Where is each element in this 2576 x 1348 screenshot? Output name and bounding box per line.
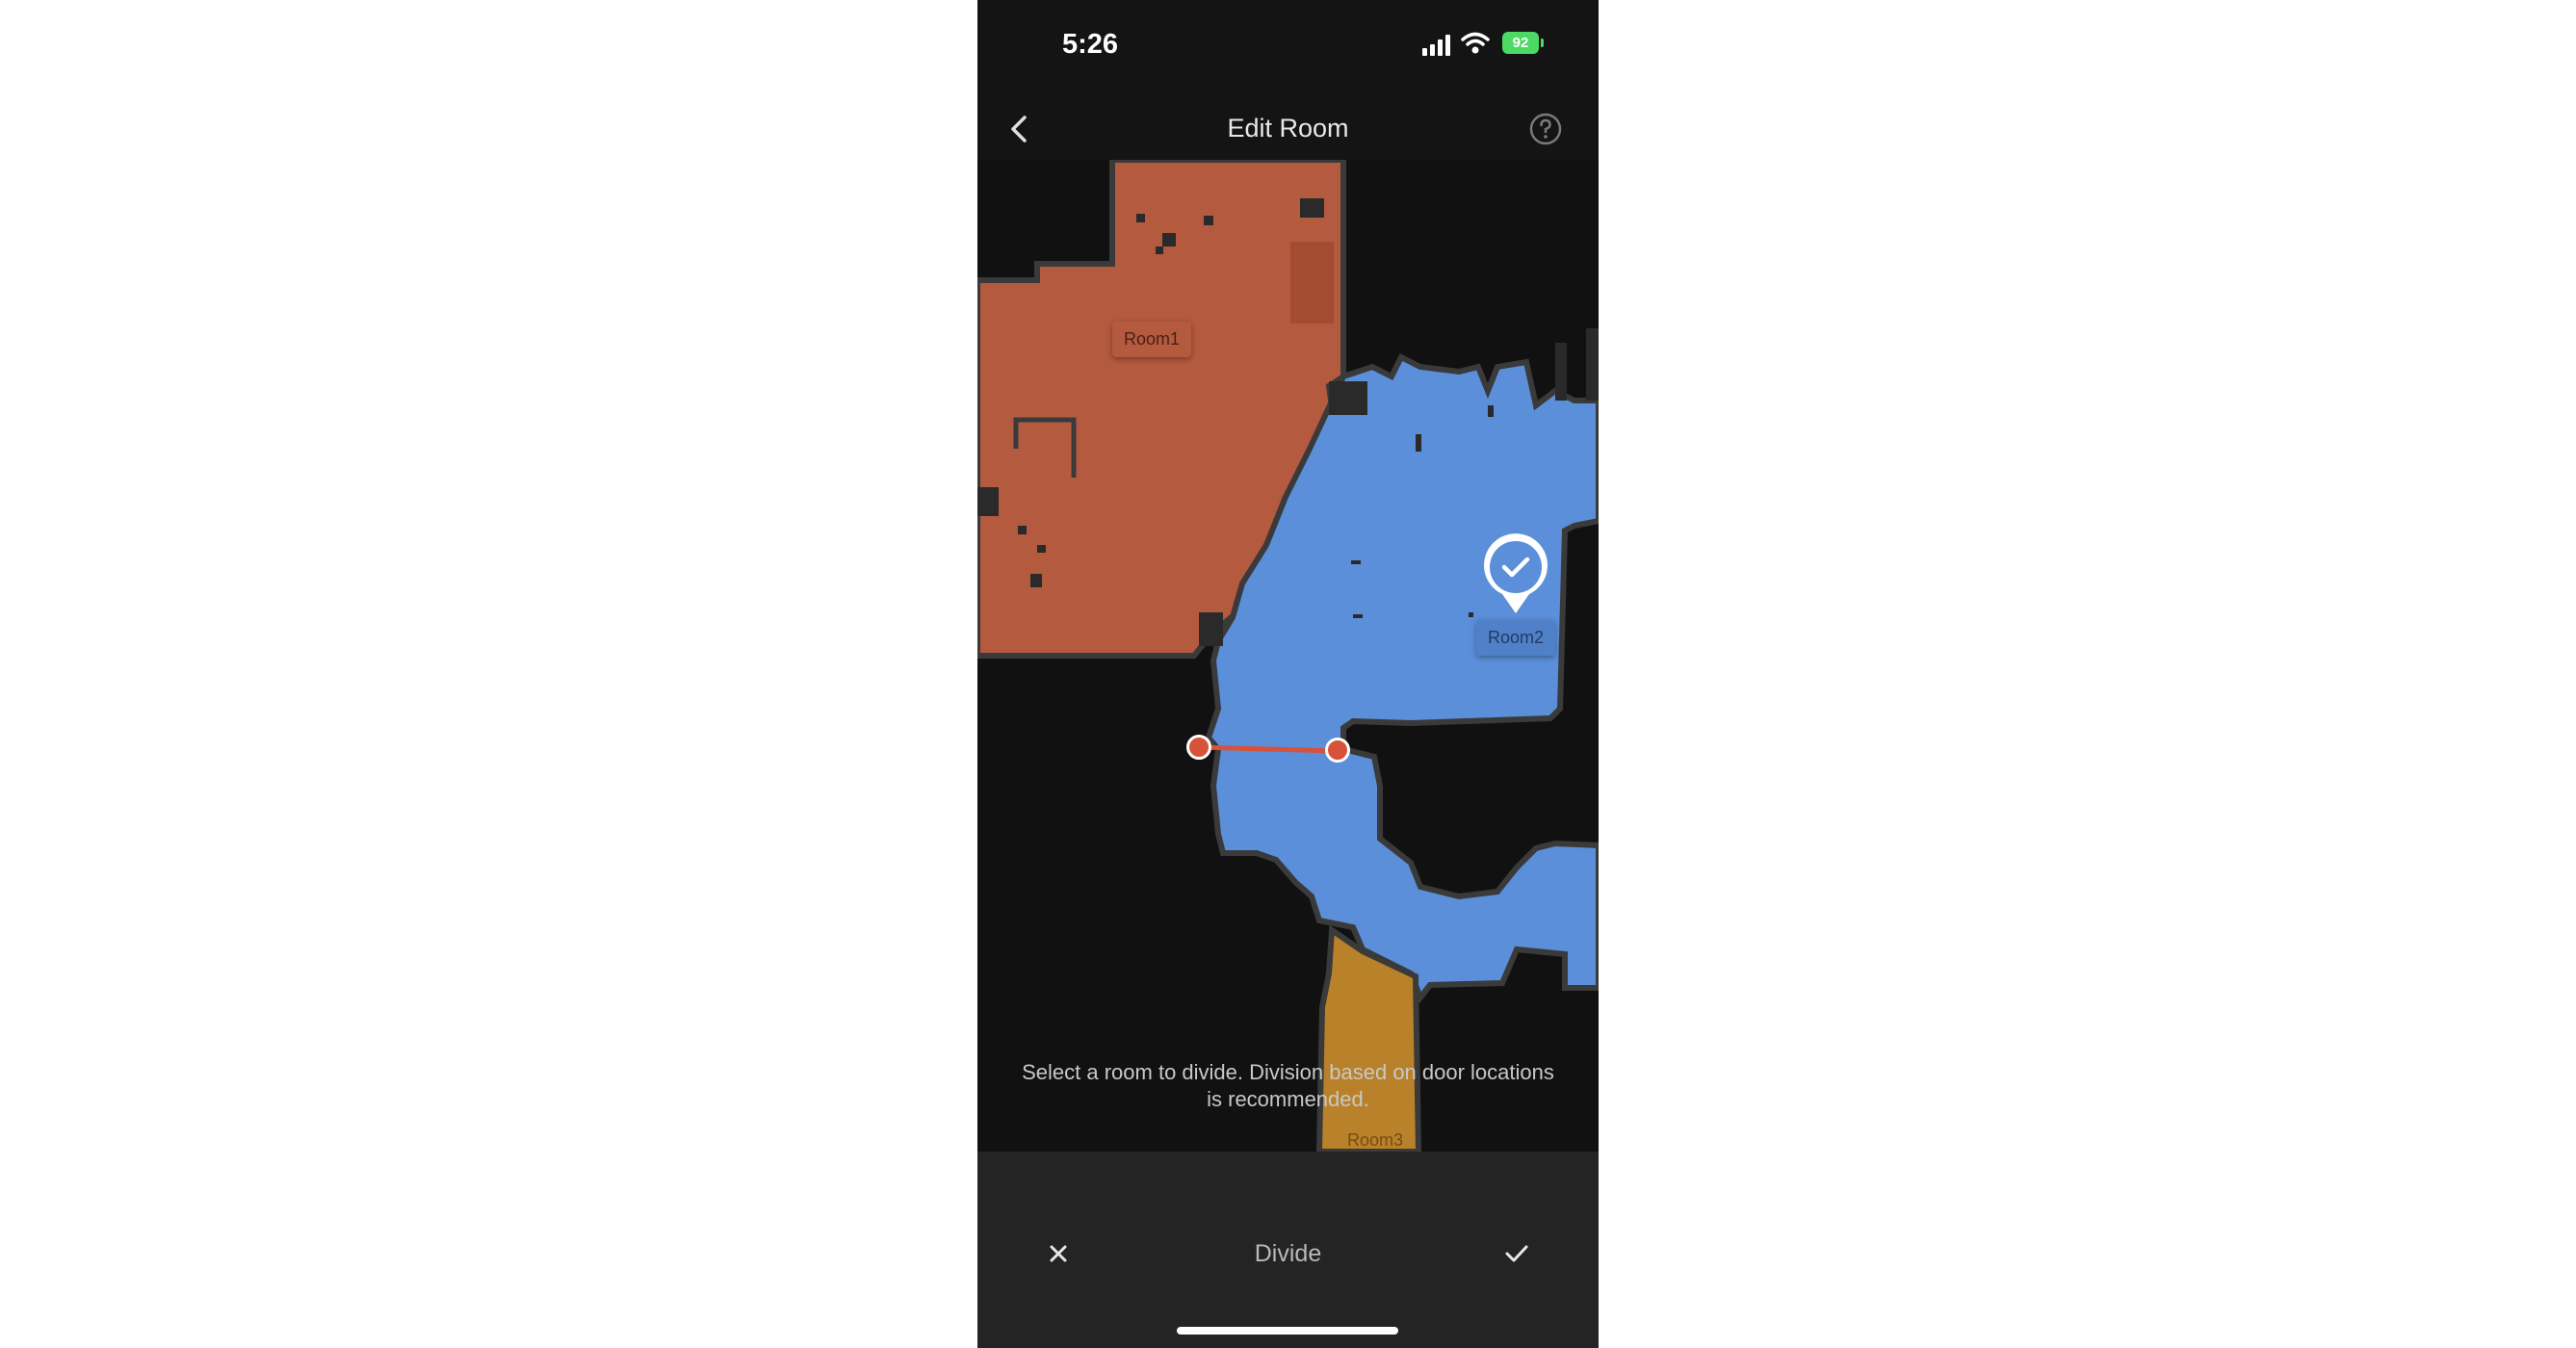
hint-text: Select a room to divide. Division based … — [1022, 1060, 1554, 1111]
home-indicator[interactable] — [1177, 1327, 1398, 1335]
room1-label[interactable]: Room1 — [1112, 322, 1192, 357]
cellular-signal-icon — [1422, 33, 1453, 56]
status-time: 5:26 — [1062, 29, 1119, 60]
selected-room-pin-icon[interactable] — [1481, 531, 1550, 617]
bottom-action-bar: Divide — [977, 1152, 1599, 1348]
status-bar: 5:26 92 — [977, 0, 1599, 92]
divider-end-handle[interactable] — [1325, 738, 1350, 763]
check-icon[interactable] — [1497, 1234, 1536, 1273]
room-map[interactable]: Room1 Room2 Room3 Select a room to divid… — [977, 160, 1599, 1152]
phone-screen: 5:26 92 Edit Room Room1 Room2 Room3 Sele… — [977, 0, 1599, 1348]
room2-label[interactable]: Room2 — [1476, 620, 1556, 656]
divider-start-handle[interactable] — [1186, 735, 1211, 760]
wifi-icon — [1461, 32, 1490, 54]
help-question-icon[interactable] — [1526, 110, 1565, 148]
instruction-hint: Select a room to divide. Division based … — [1016, 1059, 1560, 1113]
map-canvas — [977, 160, 1599, 1152]
page-title: Edit Room — [1227, 114, 1349, 143]
room1-textured-patch — [1290, 242, 1334, 324]
battery-indicator: 92 — [1502, 32, 1544, 54]
nav-bar: Edit Room — [977, 96, 1599, 160]
